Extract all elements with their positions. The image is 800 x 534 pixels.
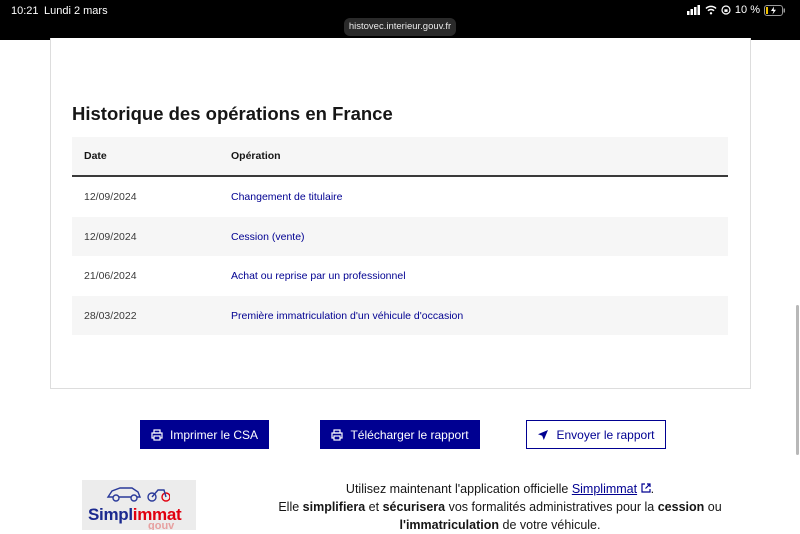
- history-table: Date Opération 12/09/2024 Changement de …: [72, 137, 728, 335]
- section-title: Historique des opérations en France: [72, 103, 393, 124]
- print-csa-button[interactable]: Imprimer le CSA: [140, 420, 269, 449]
- print-csa-label: Imprimer le CSA: [169, 427, 258, 442]
- table-row: 21/06/2024 Achat ou reprise par un profe…: [72, 256, 728, 296]
- page-content: Historique des opérations en France Date…: [0, 38, 800, 532]
- row-date: 12/09/2024: [84, 191, 137, 203]
- logo-suffix: gouv: [148, 520, 175, 530]
- scroll-indicator[interactable]: [796, 305, 799, 455]
- address-bar[interactable]: histovec.interieur.gouv.fr: [344, 18, 456, 36]
- row-operation: Cession (vente): [231, 230, 305, 243]
- row-date: 12/09/2024: [84, 230, 137, 243]
- table-row: 12/09/2024 Changement de titulaire: [72, 177, 728, 217]
- simplimmat-link[interactable]: Simplimmat: [572, 482, 637, 496]
- simplimmat-promo-text: Utilisez maintenant l'application offici…: [230, 480, 770, 534]
- status-indicators: 10 %: [686, 4, 786, 16]
- row-date: 28/03/2022: [84, 309, 137, 322]
- send-report-label: Envoyer le rapport: [556, 427, 655, 442]
- download-report-label: Télécharger le rapport: [350, 427, 469, 442]
- row-operation: Achat ou reprise par un professionnel: [231, 270, 406, 282]
- simplimmat-logo[interactable]: Simplimmat gouv: [82, 480, 196, 530]
- status-date: Lundi 2 mars: [44, 5, 108, 17]
- row-operation: Changement de titulaire: [231, 191, 343, 203]
- external-link-icon: [640, 483, 651, 493]
- promo-line-3: l'immatriculation de votre véhicule.: [399, 518, 601, 532]
- row-operation: Première immatriculation d'un véhicule d…: [231, 309, 464, 322]
- battery-charging-icon: [764, 4, 785, 16]
- signal-icon: [686, 5, 700, 15]
- row-date: 21/06/2024: [84, 270, 137, 282]
- column-header-operation: Opération: [231, 150, 281, 162]
- send-icon: [538, 429, 549, 440]
- table-header: Date Opération: [72, 137, 728, 177]
- send-report-button[interactable]: Envoyer le rapport: [526, 420, 666, 449]
- rotation-lock-icon: [721, 5, 731, 15]
- wifi-icon: [705, 5, 717, 15]
- promo-line-1: Utilisez maintenant l'application offici…: [345, 482, 655, 496]
- printer-icon: [151, 428, 163, 441]
- status-time: 10:21: [11, 5, 39, 17]
- column-header-date: Date: [84, 150, 107, 162]
- download-report-button[interactable]: Télécharger le rapport: [320, 420, 480, 449]
- printer-icon: [331, 428, 344, 441]
- status-bar: 10:21 Lundi 2 mars 10 % histovec.interie…: [0, 0, 800, 40]
- car-icon: [106, 487, 170, 502]
- promo-line-2: Elle simplifiera et sécurisera vos forma…: [278, 500, 722, 514]
- battery-percent: 10 %: [734, 4, 760, 16]
- table-row: 12/09/2024 Cession (vente): [72, 216, 728, 256]
- table-row: 28/03/2022 Première immatriculation d'un…: [72, 295, 728, 335]
